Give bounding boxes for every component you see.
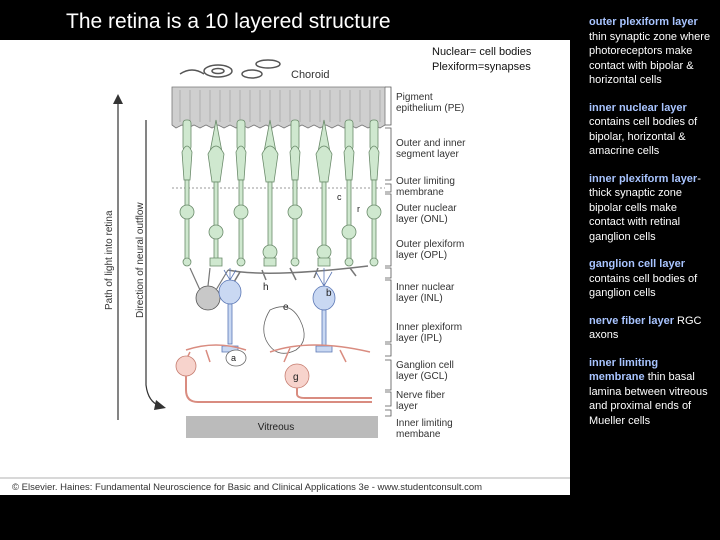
horizontal-cell-processes xyxy=(227,265,369,283)
up-arrow-icon xyxy=(113,94,123,104)
layer-notes: outer plexiform layer thin synaptic zone… xyxy=(589,15,715,441)
layer-label-onl: Outer nuclear layer (ONL) xyxy=(396,203,457,225)
down-right-arrow-icon xyxy=(154,400,166,410)
note-inl: inner nuclear layer contains cell bodies… xyxy=(589,101,715,159)
axis-label-outflow: Direction of neural outflow xyxy=(135,202,146,318)
pigment-epithelium-texture xyxy=(179,90,381,122)
retina-diagram: Choroid c r h b e a g Vitreous Path of l… xyxy=(0,59,570,493)
cone-letter: c xyxy=(337,192,342,202)
note-line-nuclear: Nuclear= cell bodies xyxy=(432,46,532,58)
layer-label-gcl: Ganglion cell layer (GCL) xyxy=(396,360,454,382)
note-term: nerve fiber layer xyxy=(589,314,674,327)
ganglion-cell-axons xyxy=(185,376,372,403)
rod-letter: r xyxy=(357,204,360,214)
note-text: contains cell bodies of ganglion cells xyxy=(589,272,698,300)
copyright-text: © Elsevier. Haines: Fundamental Neurosci… xyxy=(12,482,482,493)
layer-label-olm: Outer limiting membrane xyxy=(396,176,455,198)
note-opl: outer plexiform layer thin synaptic zone… xyxy=(589,15,715,88)
layer-label-ipl: Inner plexiform layer (IPL) xyxy=(396,322,462,344)
layer-label-opl: Outer plexiform layer (OPL) xyxy=(396,239,464,261)
amacrine-cell-letter: a xyxy=(231,353,236,363)
photoreceptor-terminals xyxy=(182,257,379,267)
choroid-vessels xyxy=(179,59,281,79)
retina-figure: Choroid c r h b e a g Vitreous Path of l… xyxy=(0,40,570,495)
photoreceptor-inner-segments xyxy=(181,145,380,183)
note-text: contains cell bodies of bipolar, horizon… xyxy=(589,116,698,157)
nuclear-plexiform-note: Nuclear= cell bodies Plexiform=synapses xyxy=(432,45,531,75)
photoreceptor-cells xyxy=(179,179,382,261)
note-term: inner nuclear layer xyxy=(589,101,687,114)
note-gcl: ganglion cell layer contains cell bodies… xyxy=(589,257,715,301)
layer-label-pe: Pigment epithelium (PE) xyxy=(396,92,464,114)
layer-ticks xyxy=(385,86,392,417)
note-text: thin synaptic zone where photoreceptors … xyxy=(589,30,711,87)
note-ilm: inner limiting membrane thin basal lamin… xyxy=(589,356,715,429)
layer-label-ilm: Inner limiting membane xyxy=(396,418,453,440)
glial-cell-letter: e xyxy=(283,302,289,313)
ganglion-cell-letter: g xyxy=(293,372,299,383)
layer-label-inl: Inner nuclear layer (INL) xyxy=(396,282,455,304)
ganglion-cell-small xyxy=(175,355,197,377)
note-term: inner plexiform layer xyxy=(589,172,698,185)
note-nfl: nerve fiber layer RGC axons xyxy=(589,314,715,343)
horizontal-cell-letter: h xyxy=(263,282,269,293)
vitreous-label: Vitreous xyxy=(258,422,295,433)
slide-title: The retina is a 10 layered structure xyxy=(66,10,391,33)
layer-labels: Pigment epithelium (PE) Outer and inner se… xyxy=(396,92,466,440)
note-term: ganglion cell layer xyxy=(589,258,685,270)
bipolar-cell-letter: b xyxy=(326,288,332,299)
choroid-label: Choroid xyxy=(291,69,330,81)
note-ipl: inner plexiform layer- thick synaptic zo… xyxy=(589,172,715,245)
axis-label-light: Path of light into retina xyxy=(104,210,115,310)
note-term: outer plexiform layer xyxy=(589,16,698,28)
layer-label-segments: Outer and inner segment layer xyxy=(396,138,466,160)
note-line-plexiform: Plexiform=synapses xyxy=(432,61,531,73)
layer-label-nfl: Nerve fiber layer xyxy=(396,390,446,412)
